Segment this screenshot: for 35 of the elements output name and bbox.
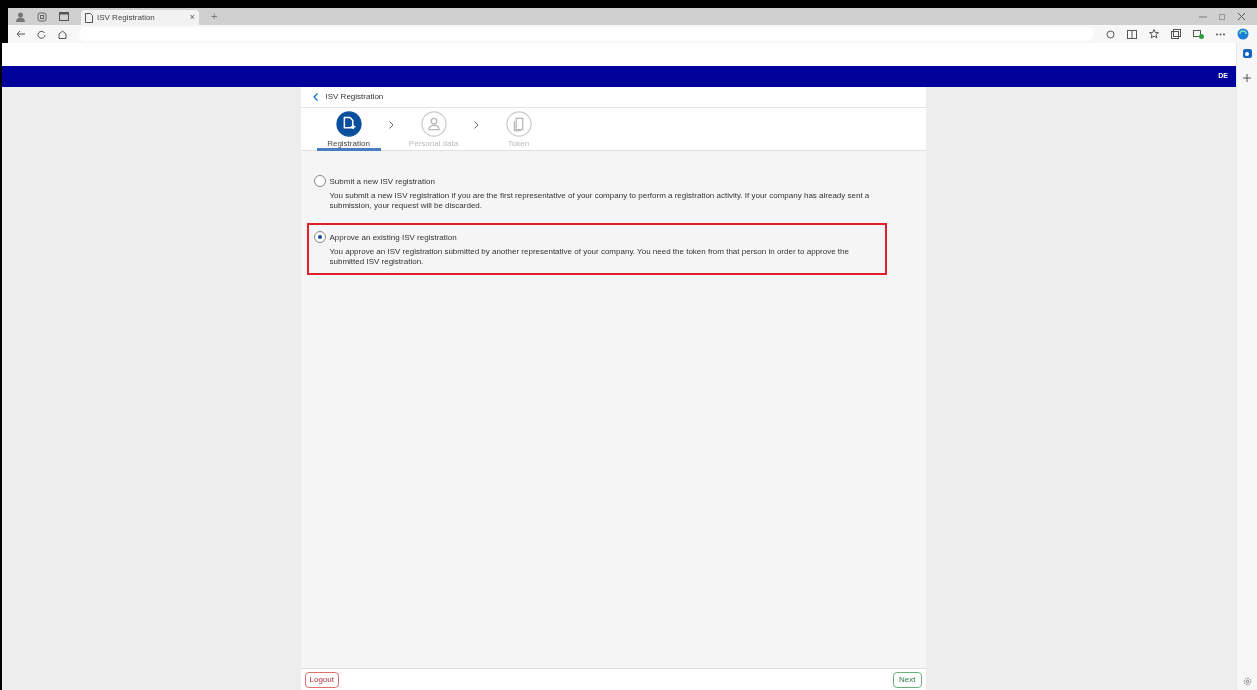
option-description: You submit a new ISV registration if you are the first representative of your company to perform a registration activity. If your company has already sent a submission, your request will be discarded. <box>329 191 871 211</box>
more-icon[interactable] <box>1216 32 1225 36</box>
back-icon[interactable] <box>312 93 318 101</box>
add-icon[interactable] <box>1243 74 1251 82</box>
option-description: You approve an ISV registration submitted by another representative of your company. You need the token from that person in order to approve the submitted ISV registration. <box>329 247 850 267</box>
extension-icon[interactable] <box>1193 29 1204 39</box>
split-screen-icon[interactable] <box>1127 29 1137 39</box>
radio-button[interactable] <box>313 175 326 187</box>
chevron-icon <box>473 121 479 129</box>
close-icon[interactable] <box>1238 13 1245 20</box>
browser-tab[interactable]: ISV Registration × <box>81 10 199 25</box>
settings-icon[interactable] <box>1242 677 1252 686</box>
profile-icon[interactable] <box>16 11 25 22</box>
next-button[interactable]: Next <box>893 671 922 688</box>
collections-icon[interactable] <box>1171 29 1181 39</box>
option-title: Approve an existing ISV registration <box>329 232 458 244</box>
tab-title: ISV Registration <box>97 11 155 24</box>
close-tab-button[interactable]: × <box>189 13 195 22</box>
radio-button[interactable] <box>313 231 326 243</box>
logout-button[interactable]: Logout <box>304 671 339 688</box>
page-title: ISV Registration <box>325 91 384 103</box>
chevron-icon <box>388 121 394 129</box>
person-icon <box>420 111 447 137</box>
option-title: Submit a new ISV registration <box>329 176 436 188</box>
refresh-icon[interactable] <box>37 29 46 39</box>
back-icon[interactable] <box>16 30 25 38</box>
page-icon <box>85 12 93 23</box>
tab-actions-icon[interactable] <box>59 12 69 21</box>
workspaces-icon[interactable] <box>37 11 47 22</box>
favorites-icon[interactable] <box>1149 29 1159 39</box>
home-icon[interactable] <box>58 29 67 39</box>
reader-icon[interactable] <box>1106 29 1115 39</box>
document-icon <box>335 111 362 137</box>
wizard-step[interactable]: Registration <box>316 108 381 151</box>
copy-icon <box>505 111 532 137</box>
